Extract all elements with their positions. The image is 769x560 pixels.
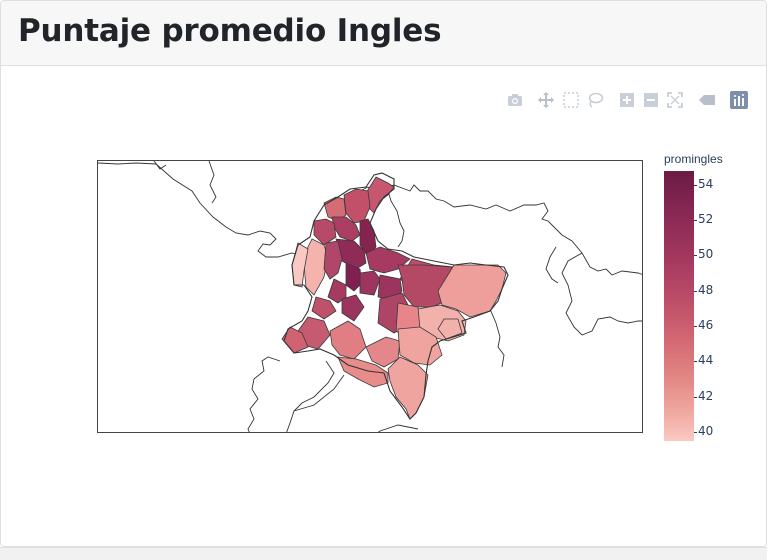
colorbar-tick-mark: [694, 432, 697, 433]
colorbar-tick-mark: [694, 361, 697, 362]
colorbar-tick-mark: [694, 397, 697, 398]
colorbar-tick-mark: [694, 185, 697, 186]
plotly-logo-icon[interactable]: [730, 91, 748, 109]
colorbar: [664, 171, 694, 441]
colorbar-tick-label: 54: [698, 177, 714, 191]
colorbar-tick-label: 50: [698, 247, 714, 261]
page-title: Puntaje promedio Ingles: [18, 13, 442, 49]
colombia-departments: [281, 176, 507, 420]
colorbar-tick-label: 42: [698, 389, 714, 403]
colorbar-tick-mark: [694, 291, 697, 292]
plot-modebar: [506, 91, 756, 109]
box-select-icon[interactable]: [562, 91, 580, 109]
pan-icon[interactable]: [537, 91, 555, 109]
colorbar-tick-label: 44: [698, 353, 714, 367]
zoom-out-icon[interactable]: [642, 91, 660, 109]
reset-axes-icon[interactable]: [666, 91, 684, 109]
colorbar-tick-mark: [694, 326, 697, 327]
hover-closest-icon[interactable]: [698, 91, 716, 109]
colorbar-tick-mark: [694, 220, 697, 221]
card-header: Puntaje promedio Ingles: [1, 1, 766, 66]
zoom-in-icon[interactable]: [618, 91, 636, 109]
colorbar-tick-label: 46: [698, 318, 714, 332]
map-card: Puntaje promedio Ingles promingles 54 52…: [0, 0, 767, 547]
lasso-select-icon[interactable]: [586, 91, 604, 109]
colorbar-title: promingles: [664, 152, 723, 166]
colorbar-tick-label: 48: [698, 283, 714, 297]
camera-icon[interactable]: [506, 91, 524, 109]
colorbar-tick-label: 52: [698, 212, 714, 226]
next-card-edge: [0, 547, 767, 560]
colorbar-tick-mark: [694, 255, 697, 256]
choropleth-map[interactable]: [97, 160, 643, 433]
colorbar-tick-label: 40: [698, 424, 714, 438]
